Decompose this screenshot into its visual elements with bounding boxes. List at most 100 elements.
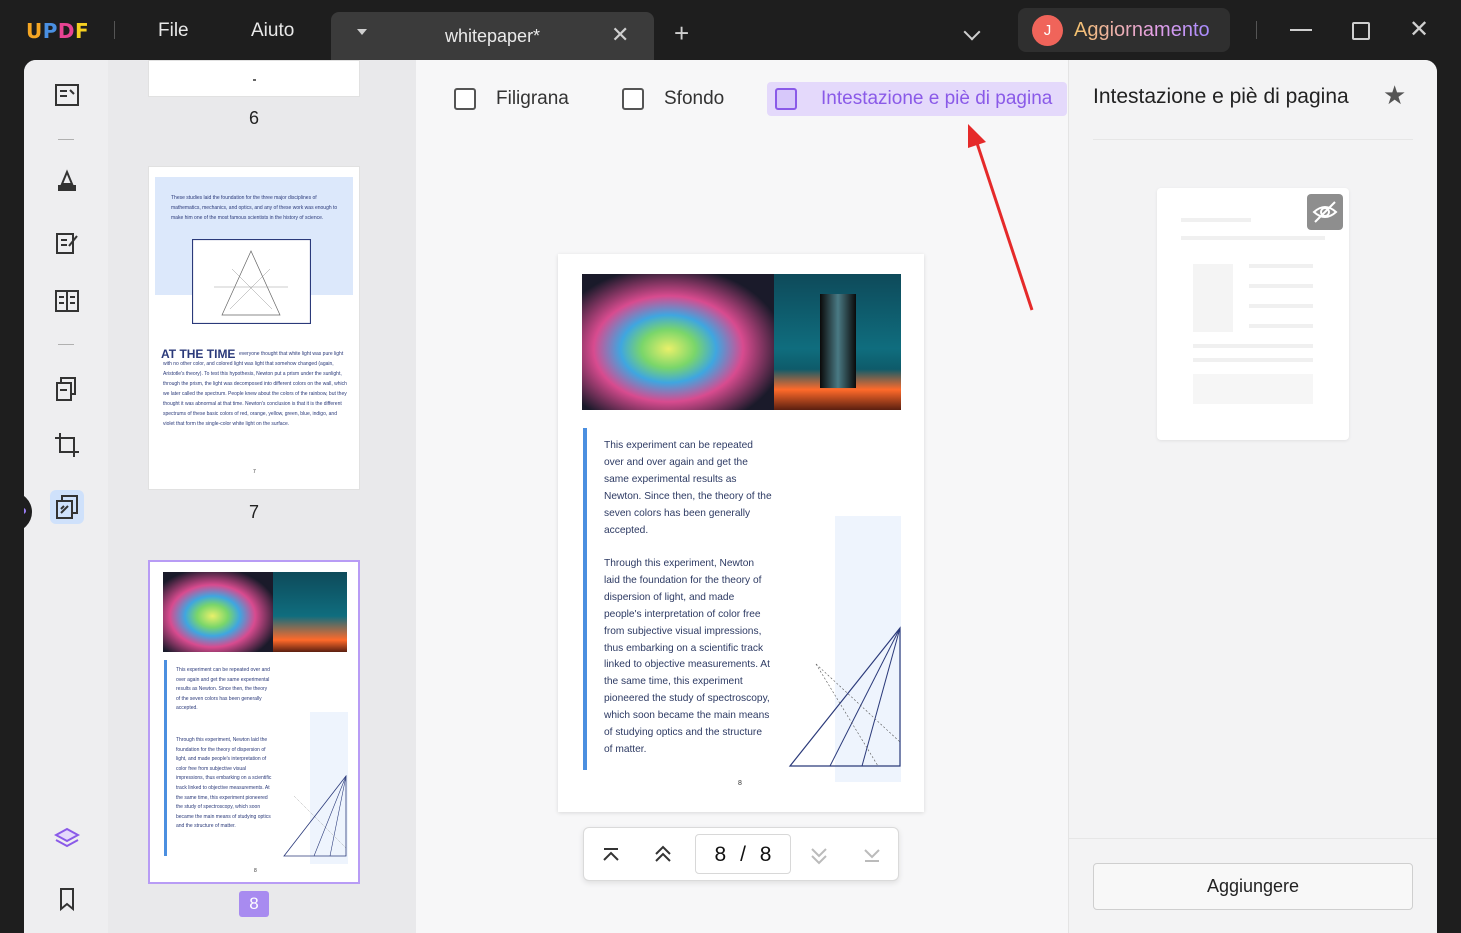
eye-off-icon bbox=[1312, 201, 1338, 223]
reader-icon bbox=[55, 84, 79, 106]
annotation-arrow-icon bbox=[968, 124, 1034, 311]
organize-pages-button[interactable] bbox=[50, 372, 84, 406]
accent-bar bbox=[583, 428, 587, 770]
header-footer-tool-button[interactable]: Intestazione e piè di pagina bbox=[767, 82, 1067, 116]
page-tools-button[interactable] bbox=[50, 490, 84, 524]
page-navigation: 8 / 8 bbox=[583, 827, 899, 881]
minimize-icon[interactable] bbox=[1288, 16, 1316, 44]
document-tab[interactable]: whitepaper* ✕ bbox=[331, 12, 654, 60]
thumbnail-footer-number: 8 bbox=[254, 868, 257, 874]
rail-divider bbox=[58, 344, 74, 345]
background-tool-button[interactable]: Sfondo bbox=[614, 82, 744, 116]
upgrade-button[interactable]: J Aggiornamento bbox=[1018, 8, 1230, 52]
template-line bbox=[1193, 344, 1313, 348]
template-line bbox=[1181, 218, 1251, 222]
main-area: 6 These studies laid the foundation for … bbox=[24, 60, 1437, 933]
upgrade-label: Aggiornamento bbox=[1074, 19, 1210, 41]
layers-button[interactable] bbox=[50, 822, 84, 856]
current-page: 8 bbox=[714, 843, 727, 866]
thumbnail-triangle-diagram bbox=[283, 774, 347, 857]
template-line bbox=[1249, 264, 1313, 268]
background-icon bbox=[622, 88, 644, 110]
template-line bbox=[1249, 304, 1313, 308]
visibility-toggle-button[interactable] bbox=[1307, 194, 1343, 230]
thumbnail-paragraph-2: Through this experiment, Newton laid the… bbox=[176, 737, 272, 830]
menu-file[interactable]: File bbox=[158, 20, 189, 42]
thumbnail-footer-mark bbox=[253, 79, 256, 81]
panel-divider bbox=[1093, 139, 1413, 140]
favorite-star-icon[interactable]: ★ bbox=[1383, 80, 1406, 111]
edit-icon bbox=[56, 233, 78, 254]
background-tool-label: Sfondo bbox=[664, 88, 725, 109]
tab-close-icon[interactable]: ✕ bbox=[611, 22, 629, 48]
form-tool-button[interactable] bbox=[50, 284, 84, 318]
template-image bbox=[1193, 264, 1233, 332]
crop-icon bbox=[55, 433, 79, 457]
template-line bbox=[1249, 284, 1313, 288]
header-footer-panel: Intestazione e piè di pagina ★ Aggiunger… bbox=[1068, 60, 1437, 933]
thumbnail-page-7[interactable]: These studies laid the foundation for th… bbox=[148, 166, 360, 490]
watermark-tools-icon bbox=[56, 495, 78, 519]
title-bar: UPDF File Aiuto whitepaper* ✕ + J Aggior… bbox=[0, 0, 1461, 60]
template-line bbox=[1249, 324, 1313, 328]
form-icon bbox=[55, 290, 79, 312]
bookmark-button[interactable] bbox=[50, 882, 84, 916]
document-page: This experiment can be repeated over and… bbox=[558, 254, 924, 812]
next-page-button[interactable] bbox=[804, 840, 834, 870]
rainbow-disc-image bbox=[582, 274, 774, 410]
thumbnail-label-8[interactable]: 8 bbox=[239, 891, 269, 917]
menu-help[interactable]: Aiuto bbox=[251, 20, 294, 42]
page-number-field[interactable]: 8 / 8 bbox=[695, 834, 791, 874]
thumbnail-prism-image bbox=[273, 572, 347, 652]
layers-icon bbox=[54, 827, 80, 848]
thumbnail-page-8[interactable]: This experiment can be repeated over and… bbox=[148, 560, 360, 884]
bookmark-icon bbox=[60, 888, 74, 912]
watermark-tool-label: Filigrana bbox=[496, 88, 569, 109]
page-footer-number: 8 bbox=[738, 780, 742, 787]
title-separator bbox=[114, 21, 115, 39]
thumbnail-paragraph-1: This experiment can be repeated over and… bbox=[176, 667, 270, 712]
reader-mode-button[interactable] bbox=[50, 78, 84, 112]
new-tab-plus-icon[interactable]: + bbox=[674, 20, 689, 46]
thumbnail-body-text: everyone thought that white light was pu… bbox=[163, 351, 347, 427]
last-page-icon bbox=[864, 849, 880, 862]
triangle-diagram bbox=[788, 626, 901, 767]
tabs-chevron-down-icon[interactable] bbox=[963, 23, 981, 41]
total-pages: 8 bbox=[759, 843, 772, 866]
watermark-tool-button[interactable]: Filigrana bbox=[446, 82, 596, 116]
prism-photo bbox=[774, 274, 901, 410]
rail-divider bbox=[58, 139, 74, 140]
paragraph-1: This experiment can be repeated over and… bbox=[604, 440, 772, 536]
panel-title: Intestazione e piè di pagina bbox=[1093, 85, 1349, 108]
add-button[interactable]: Aggiungere bbox=[1093, 863, 1413, 910]
template-preview-card[interactable] bbox=[1157, 188, 1349, 440]
thumbnail-panel: 6 These studies laid the foundation for … bbox=[108, 60, 416, 933]
tool-rail bbox=[24, 60, 108, 933]
first-page-button[interactable] bbox=[596, 840, 626, 870]
updf-logo: UPDF bbox=[26, 19, 90, 43]
edit-pdf-button[interactable] bbox=[50, 226, 84, 260]
tab-title: whitepaper* bbox=[445, 26, 541, 46]
thumbnail-rainbow-image bbox=[163, 572, 273, 652]
template-line bbox=[1193, 358, 1313, 362]
template-line bbox=[1181, 236, 1325, 240]
thumbnail-label-6: 6 bbox=[248, 108, 259, 128]
page-separator: / bbox=[740, 843, 746, 866]
previous-page-button[interactable] bbox=[648, 840, 678, 870]
prism-diagram bbox=[192, 239, 311, 324]
thumbnail-page-6[interactable] bbox=[148, 60, 360, 97]
crop-tool-button[interactable] bbox=[50, 428, 84, 462]
window-close-icon[interactable]: ✕ bbox=[1405, 16, 1433, 44]
highlighter-icon bbox=[58, 169, 76, 191]
pages-icon bbox=[56, 377, 76, 401]
comment-tool-button[interactable] bbox=[50, 164, 84, 198]
header-footer-icon bbox=[775, 88, 797, 110]
first-page-icon bbox=[603, 848, 619, 861]
thumbnail-footer-number: 7 bbox=[253, 469, 256, 475]
template-block bbox=[1193, 374, 1313, 404]
thumbnail-intro-text: These studies laid the foundation for th… bbox=[171, 195, 338, 221]
maximize-icon[interactable] bbox=[1347, 16, 1375, 44]
tab-dropdown-icon[interactable] bbox=[357, 29, 367, 35]
next-page-icon bbox=[811, 848, 827, 865]
last-page-button[interactable] bbox=[857, 840, 887, 870]
